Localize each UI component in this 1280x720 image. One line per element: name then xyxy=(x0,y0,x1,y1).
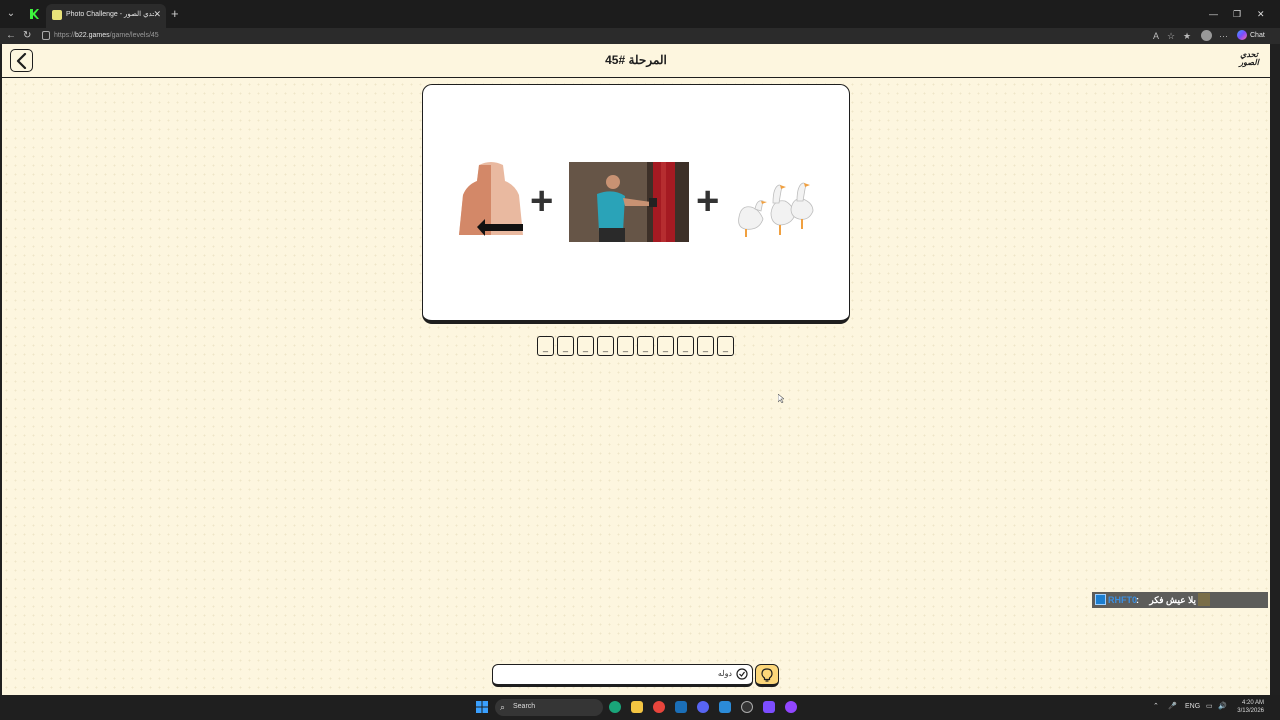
twitch-icon[interactable] xyxy=(785,701,797,713)
active-tab[interactable]: Photo Challenge - لعبة تحدي الصور ✕ xyxy=(46,4,166,28)
letter-slot[interactable]: _ xyxy=(537,336,554,356)
game-page: المرحلة #45 تحدي الصور + + _ _ _ _ _ _ _… xyxy=(2,44,1270,695)
steam-icon[interactable] xyxy=(675,701,687,713)
clock-time: 4:20 AM xyxy=(1241,700,1264,706)
letter-slot[interactable]: _ xyxy=(597,336,614,356)
more-menu-icon[interactable]: ··· xyxy=(1219,30,1228,42)
puzzle-card: + + xyxy=(422,84,850,324)
back-button[interactable] xyxy=(10,49,33,72)
game-logo[interactable]: تحدي الصور xyxy=(1236,51,1262,73)
tab-favicon-icon xyxy=(52,10,62,20)
browser-tab-bar: ⌄ Photo Challenge - لعبة تحدي الصور ✕ + … xyxy=(0,0,1280,28)
app-icon[interactable] xyxy=(763,701,775,713)
taskbar-search-label: Search xyxy=(513,703,536,710)
letter-slot[interactable]: _ xyxy=(637,336,654,356)
letter-slot[interactable]: _ xyxy=(697,336,714,356)
microphone-icon[interactable]: 🎤 xyxy=(1168,702,1177,712)
letter-slot[interactable]: _ xyxy=(617,336,634,356)
site-info-icon[interactable] xyxy=(42,31,50,40)
url-field[interactable]: https://b22.games/game/levels/45 xyxy=(54,30,159,42)
volume-icon[interactable]: 🔊 xyxy=(1218,702,1227,712)
clue-image-punch xyxy=(569,162,689,242)
answer-input[interactable]: دوله xyxy=(492,664,753,687)
plus-sign-2: + xyxy=(696,179,720,223)
file-explorer-icon[interactable] xyxy=(631,701,643,713)
taskbar-search[interactable]: ⌕ Search xyxy=(495,699,603,716)
discord-icon[interactable] xyxy=(697,701,709,713)
hint-button[interactable] xyxy=(755,664,779,687)
level-title: المرحلة #45 xyxy=(605,53,667,67)
system-clock[interactable]: 4:20 AM 3/13/2026 xyxy=(1234,699,1264,715)
chat-overlay: RHFT0 : يلا عيش فكر xyxy=(1092,592,1268,608)
mouse-cursor-icon xyxy=(778,394,784,403)
obs-icon[interactable] xyxy=(741,701,753,713)
address-bar: ← ↻ https://b22.games/game/levels/45 A ☆… xyxy=(0,28,1280,44)
plus-sign-1: + xyxy=(530,179,554,223)
tray-overflow-icon[interactable]: ⌃ xyxy=(1153,702,1159,712)
lightbulb-icon xyxy=(761,668,773,682)
store-icon[interactable] xyxy=(719,701,731,713)
read-aloud-icon[interactable]: A xyxy=(1153,30,1159,42)
tab-title: Photo Challenge - لعبة تحدي الصور xyxy=(66,11,154,18)
clock-date: 3/13/2026 xyxy=(1237,708,1264,714)
submit-check-icon[interactable] xyxy=(736,668,748,680)
chevron-left-icon xyxy=(16,53,27,69)
game-header: المرحلة #45 تحدي الصور xyxy=(2,44,1270,78)
avatar-emote-icon xyxy=(1198,593,1210,606)
new-tab-button[interactable]: + xyxy=(171,7,179,21)
chat-username: RHFT0 xyxy=(1108,595,1137,605)
tab-close-icon[interactable]: ✕ xyxy=(153,9,161,19)
user-badge-icon xyxy=(1095,594,1106,605)
copilot-chat-button[interactable]: Chat xyxy=(1237,30,1265,42)
minimize-icon[interactable]: — xyxy=(1209,8,1218,20)
chat-separator: : xyxy=(1136,595,1139,605)
chat-message: يلا عيش فكر xyxy=(1149,595,1196,605)
clue-image-geese xyxy=(738,182,814,237)
refresh-icon[interactable]: ↻ xyxy=(23,29,31,43)
letter-slot[interactable]: _ xyxy=(717,336,734,356)
edge-icon[interactable] xyxy=(609,701,621,713)
windows-start-icon[interactable] xyxy=(476,701,488,713)
letter-slot[interactable]: _ xyxy=(557,336,574,356)
close-window-icon[interactable]: ✕ xyxy=(1257,8,1265,20)
language-indicator[interactable]: ENG xyxy=(1185,702,1200,712)
windows-taskbar: ⌕ Search ⌃ 🎤 ENG ▭ 🔊 4:20 AM 3/13/2026 xyxy=(0,695,1280,720)
favorite-icon[interactable]: ☆ xyxy=(1167,30,1175,42)
answer-input-value: دوله xyxy=(717,669,732,678)
favorites-bar-icon[interactable]: ★ xyxy=(1183,30,1191,42)
pinned-tab-icon[interactable] xyxy=(26,6,42,22)
letter-slot[interactable]: _ xyxy=(677,336,694,356)
logo-line-2: الصور xyxy=(1239,58,1259,67)
network-icon[interactable]: ▭ xyxy=(1206,702,1213,712)
clue-image-back xyxy=(459,162,523,236)
copilot-icon xyxy=(1237,30,1247,41)
search-icon: ⌕ xyxy=(500,702,506,712)
tab-actions-menu-icon[interactable]: ⌄ xyxy=(4,7,18,21)
profile-avatar[interactable] xyxy=(1201,30,1212,41)
back-nav-icon[interactable]: ← xyxy=(6,29,16,43)
letter-slot[interactable]: _ xyxy=(577,336,594,356)
letter-slot[interactable]: _ xyxy=(657,336,674,356)
chrome-icon[interactable] xyxy=(653,701,665,713)
restore-icon[interactable]: ❐ xyxy=(1233,8,1241,20)
